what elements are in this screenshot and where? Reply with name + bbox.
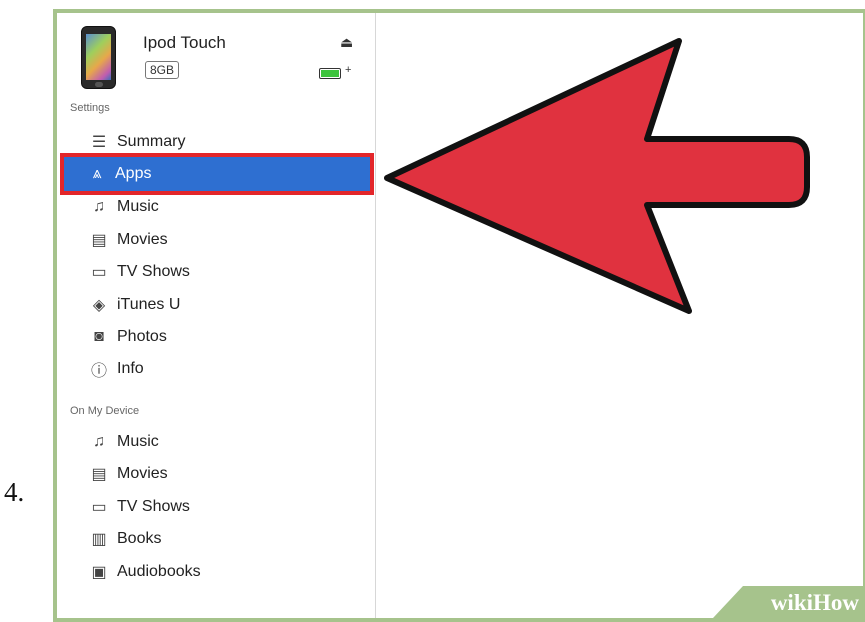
watermark-wiki: wiki: [770, 590, 813, 615]
film-icon: ▤: [91, 466, 107, 483]
graduation-cap-icon: ◈: [92, 297, 106, 314]
sidebar-item-device-movies[interactable]: ▤ Movies: [66, 459, 370, 489]
capacity-badge: 8GB: [145, 61, 180, 79]
sidebar-item-label: Summary: [117, 133, 186, 150]
audiobook-icon: ▣: [91, 564, 107, 581]
sidebar-item-tv-shows[interactable]: ▭ TV Shows: [66, 257, 370, 287]
sidebar-item-device-music[interactable]: ♫ Music: [66, 427, 370, 457]
sidebar-item-label: Music: [117, 198, 159, 215]
sidebar-item-audiobooks[interactable]: ▣ Audiobooks: [66, 557, 370, 587]
ipod-device-icon: [81, 26, 116, 89]
sidebar-item-label: Movies: [117, 465, 168, 482]
camera-icon: ◙: [94, 328, 104, 345]
watermark-how: How: [813, 590, 859, 615]
battery-charging-icon: +: [319, 64, 351, 79]
tv-icon: ▭: [91, 264, 107, 281]
sidebar-item-label: Photos: [117, 328, 167, 345]
sidebar-item-movies[interactable]: ▤ Movies: [66, 225, 370, 255]
pointer-arrow-icon: [384, 38, 810, 314]
sidebar-item-label: iTunes U: [117, 296, 181, 313]
step-number: 4.: [4, 477, 25, 507]
sidebar-item-label: Music: [117, 433, 159, 450]
sidebar-item-label: TV Shows: [117, 263, 190, 280]
music-note-icon: ♫: [93, 198, 105, 215]
sidebar-item-label: Apps: [115, 165, 152, 182]
book-icon: ▥: [91, 531, 107, 548]
summary-icon: ☰: [91, 134, 107, 151]
sidebar-item-itunes-u[interactable]: ◈ iTunes U: [66, 290, 370, 320]
sidebar: Ipod Touch 8GB ⏏ + Settings ☰ Summary ⩓ …: [57, 13, 376, 618]
sidebar-item-info[interactable]: ⓘ Info: [66, 354, 370, 384]
settings-header: Settings: [70, 102, 110, 114]
sidebar-item-label: Audiobooks: [117, 563, 201, 580]
sidebar-item-label: TV Shows: [117, 498, 190, 515]
tv-icon: ▭: [91, 499, 107, 516]
itunes-window: Ipod Touch 8GB ⏏ + Settings ☰ Summary ⩓ …: [53, 9, 865, 622]
on-my-device-header: On My Device: [70, 405, 140, 417]
sidebar-item-photos[interactable]: ◙ Photos: [66, 322, 370, 352]
sidebar-item-label: Movies: [117, 231, 168, 248]
sidebar-item-device-tv-shows[interactable]: ▭ TV Shows: [66, 492, 370, 522]
sidebar-item-label: Info: [117, 360, 144, 377]
film-icon: ▤: [91, 232, 107, 249]
eject-icon[interactable]: ⏏: [340, 34, 353, 51]
sidebar-item-music[interactable]: ♫ Music: [66, 192, 370, 222]
device-name: Ipod Touch: [143, 33, 226, 52]
sidebar-item-label: Books: [117, 530, 162, 547]
sidebar-item-summary[interactable]: ☰ Summary: [66, 127, 370, 157]
apps-icon: ⩓: [92, 165, 102, 182]
music-note-icon: ♫: [93, 433, 105, 450]
sidebar-item-apps[interactable]: ⩓ Apps: [60, 153, 374, 195]
info-icon: ⓘ: [90, 363, 107, 380]
sidebar-item-books[interactable]: ▥ Books: [66, 524, 370, 554]
